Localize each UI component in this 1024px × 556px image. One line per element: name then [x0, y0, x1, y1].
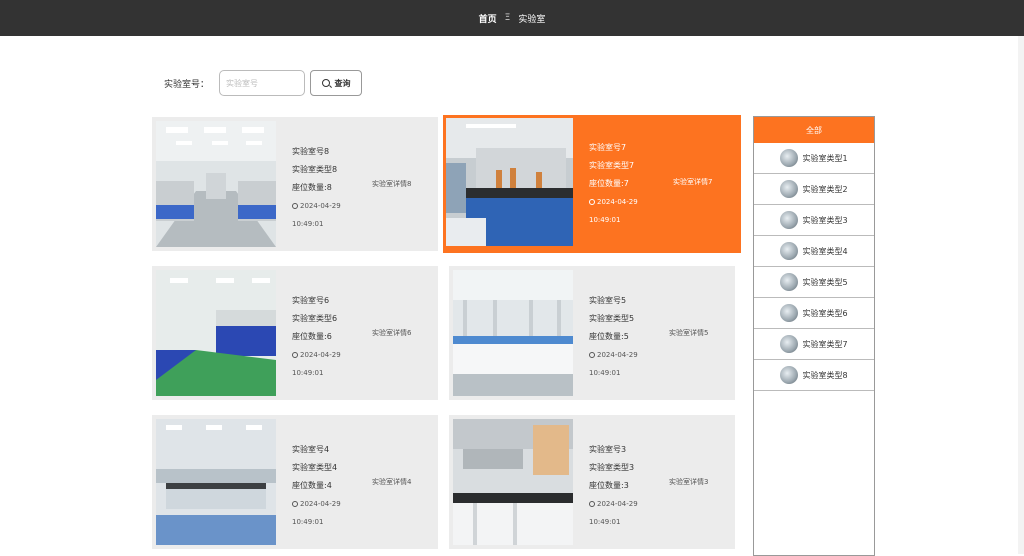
category-avatar: [780, 366, 799, 384]
lab-time: 10:49:01: [292, 369, 324, 377]
lab-detail-link[interactable]: 实验室详情6: [372, 328, 411, 338]
lab-date: 2024-04-29: [300, 351, 341, 359]
category-all[interactable]: 全部: [754, 117, 874, 143]
lab-photo: [156, 121, 276, 247]
lab-seats: 座位数量:8: [292, 183, 332, 192]
lab-detail-link[interactable]: 实验室详情5: [669, 328, 708, 338]
lab-type: 实验室类型4: [292, 463, 338, 472]
category-label: 实验室类型8: [802, 370, 848, 380]
lab-detail-link[interactable]: 实验室详情3: [669, 477, 708, 487]
category-label: 实验室类型2: [802, 184, 848, 194]
lab-date: 2024-04-29: [300, 500, 341, 508]
lab-card[interactable]: 实验室号8 实验室类型8 座位数量:8 2024-04-29 10:49:01 …: [152, 117, 438, 251]
nav-home-link[interactable]: 首页: [479, 12, 497, 25]
lab-name: 实验室号3: [589, 445, 627, 454]
search-icon: [321, 79, 330, 87]
clock-icon: [589, 352, 595, 358]
clock-icon: [292, 352, 298, 358]
lab-card[interactable]: 实验室号4 实验室类型4 座位数量:4 2024-04-29 10:49:01 …: [152, 415, 438, 549]
nav-menu-icon: Ξ: [504, 13, 511, 23]
clock-icon: [589, 501, 595, 507]
lab-name: 实验室号5: [589, 296, 627, 305]
category-avatar: [780, 180, 799, 198]
lab-seats: 座位数量:3: [589, 481, 629, 490]
lab-time: 10:49:01: [589, 216, 621, 224]
lab-date: 2024-04-29: [597, 198, 638, 206]
lab-info: 实验室号4 实验室类型4 座位数量:4 2024-04-29 10:49:01: [292, 441, 341, 531]
lab-seats: 座位数量:5: [589, 332, 629, 341]
lab-card[interactable]: 实验室号3 实验室类型3 座位数量:3 2024-04-29 10:49:01 …: [449, 415, 735, 549]
lab-name: 实验室号6: [292, 296, 330, 305]
top-nav-bar: 首页 Ξ 实验室: [0, 0, 1024, 36]
search-bar: 实验室号： 查询: [164, 70, 363, 96]
lab-time: 10:49:01: [589, 518, 621, 526]
lab-time: 10:49:01: [292, 518, 324, 526]
lab-photo: [453, 419, 573, 545]
lab-detail-link[interactable]: 实验室详情4: [372, 477, 411, 487]
category-item[interactable]: 实验室类型1: [754, 143, 874, 174]
lab-type: 实验室类型3: [589, 463, 635, 472]
lab-seats: 座位数量:7: [589, 179, 629, 188]
category-avatar: [780, 211, 799, 229]
clock-icon: [292, 203, 298, 209]
lab-photo: [156, 419, 276, 545]
lab-seats: 座位数量:4: [292, 481, 332, 490]
page-scrollbar[interactable]: [1018, 36, 1024, 554]
lab-type: 实验室类型6: [292, 314, 338, 323]
category-item[interactable]: 实验室类型5: [754, 267, 874, 298]
lab-date: 2024-04-29: [300, 202, 341, 210]
lab-info: 实验室号5 实验室类型5 座位数量:5 2024-04-29 10:49:01: [589, 292, 638, 382]
category-avatar: [780, 242, 799, 260]
search-input[interactable]: [219, 70, 306, 96]
category-item[interactable]: 实验室类型3: [754, 205, 874, 236]
search-button[interactable]: 查询: [310, 70, 363, 96]
lab-type: 实验室类型5: [589, 314, 635, 323]
category-label: 实验室类型7: [802, 339, 848, 349]
category-item[interactable]: 实验室类型6: [754, 298, 874, 329]
lab-type: 实验室类型7: [589, 161, 635, 170]
category-item[interactable]: 实验室类型8: [754, 360, 874, 391]
nav-current-page[interactable]: 实验室: [518, 12, 545, 25]
lab-time: 10:49:01: [589, 369, 621, 377]
lab-name: 实验室号4: [292, 445, 330, 454]
lab-name: 实验室号7: [589, 143, 627, 152]
lab-type: 实验室类型8: [292, 165, 338, 174]
category-sidebar: 全部 实验室类型1 实验室类型2 实验室类型3 实验室类型4 实验室类型5 实验…: [753, 116, 875, 556]
category-label: 实验室类型5: [802, 277, 848, 287]
lab-card[interactable]: 实验室号6 实验室类型6 座位数量:6 2024-04-29 10:49:01 …: [152, 266, 438, 400]
lab-photo: [453, 270, 573, 396]
category-item[interactable]: 实验室类型7: [754, 329, 874, 360]
category-item[interactable]: 实验室类型4: [754, 236, 874, 267]
category-label: 实验室类型1: [802, 153, 848, 163]
category-avatar: [780, 273, 799, 291]
category-item[interactable]: 实验室类型2: [754, 174, 874, 205]
lab-detail-link[interactable]: 实验室详情8: [372, 179, 411, 189]
lab-card-active[interactable]: 实验室号7 实验室类型7 座位数量:7 2024-04-29 10:49:01 …: [441, 113, 743, 255]
lab-name: 实验室号8: [292, 147, 330, 156]
lab-info: 实验室号7 实验室类型7 座位数量:7 2024-04-29 10:49:01: [589, 139, 638, 229]
lab-info: 实验室号6 实验室类型6 座位数量:6 2024-04-29 10:49:01: [292, 292, 341, 382]
category-avatar: [780, 335, 799, 353]
search-label: 实验室号：: [164, 79, 210, 90]
lab-info: 实验室号3 实验室类型3 座位数量:3 2024-04-29 10:49:01: [589, 441, 638, 531]
category-label: 实验室类型6: [802, 308, 848, 318]
clock-icon: [292, 501, 298, 507]
lab-time: 10:49:01: [292, 220, 324, 228]
lab-date: 2024-04-29: [597, 500, 638, 508]
lab-info: 实验室号8 实验室类型8 座位数量:8 2024-04-29 10:49:01: [292, 143, 341, 233]
lab-detail-link[interactable]: 实验室详情7: [673, 177, 712, 187]
lab-seats: 座位数量:6: [292, 332, 332, 341]
category-avatar: [780, 149, 799, 167]
category-label: 实验室类型4: [802, 246, 848, 256]
category-label: 实验室类型3: [802, 215, 848, 225]
category-avatar: [780, 304, 799, 322]
clock-icon: [589, 199, 595, 205]
search-button-label: 查询: [334, 78, 351, 88]
lab-photo: [156, 270, 276, 396]
lab-photo: [446, 118, 573, 246]
lab-card[interactable]: 实验室号5 实验室类型5 座位数量:5 2024-04-29 10:49:01 …: [449, 266, 735, 400]
lab-date: 2024-04-29: [597, 351, 638, 359]
